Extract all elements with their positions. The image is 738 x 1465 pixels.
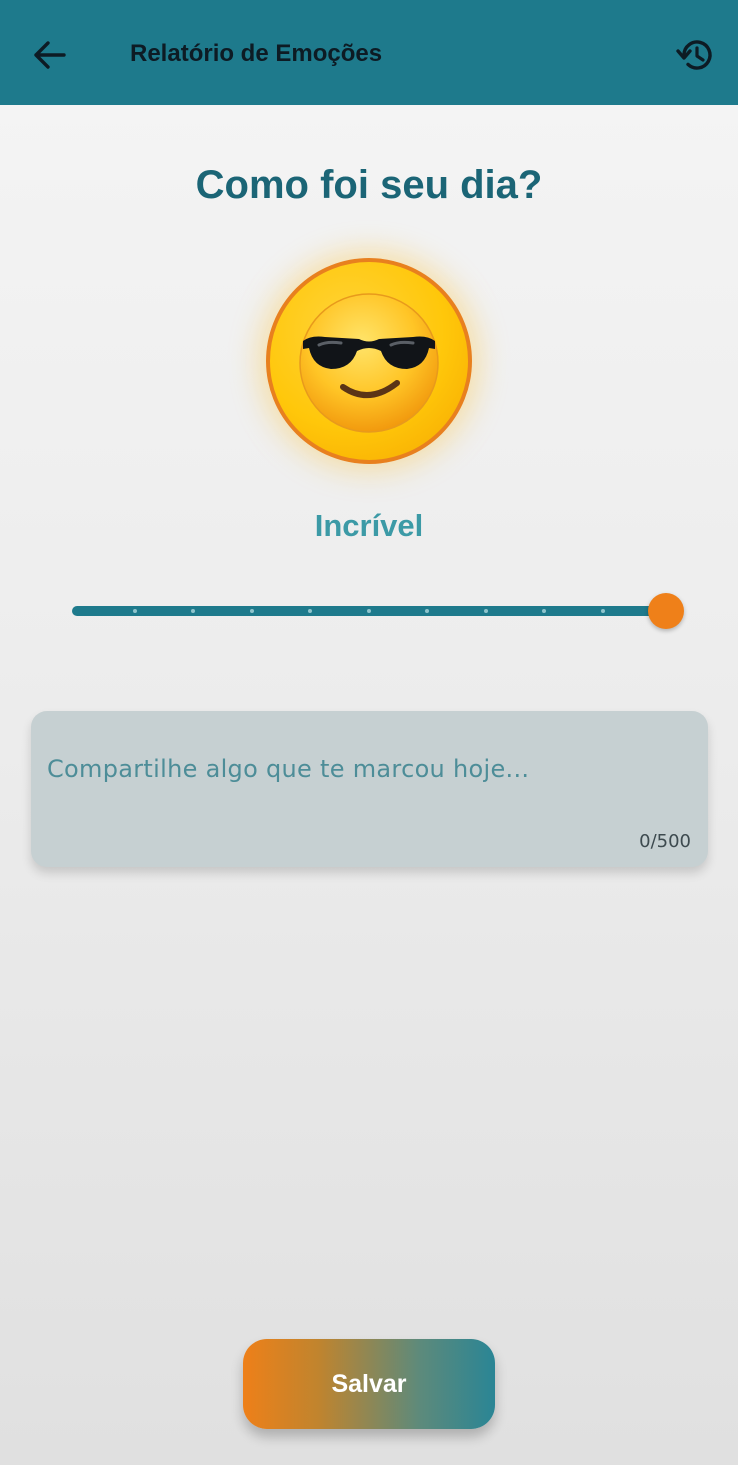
slider-tick xyxy=(601,609,605,613)
slider-tick xyxy=(191,609,195,613)
slider-track xyxy=(72,606,670,616)
arrow-left-icon xyxy=(34,41,66,69)
slider-thumb[interactable] xyxy=(648,593,684,629)
save-button[interactable]: Salvar xyxy=(243,1339,495,1429)
mood-slider[interactable] xyxy=(70,590,686,632)
history-button[interactable] xyxy=(670,32,720,78)
slider-tick xyxy=(250,609,254,613)
slider-tick xyxy=(542,609,546,613)
character-counter: 0/500 xyxy=(639,831,691,852)
note-input[interactable] xyxy=(47,755,687,783)
mood-emoji-circle xyxy=(266,258,472,464)
sunglasses-face-icon xyxy=(299,293,439,433)
mood-label: Incrível xyxy=(314,508,424,543)
history-icon xyxy=(676,40,712,70)
page-title: Relatório de Emoções xyxy=(130,40,383,67)
question-heading: Como foi seu dia? xyxy=(195,163,543,207)
slider-tick xyxy=(133,609,137,613)
slider-tick xyxy=(367,609,371,613)
slider-tick xyxy=(308,609,312,613)
slider-tick xyxy=(425,609,429,613)
app-bar: Relatório de Emoções xyxy=(0,0,738,105)
slider-tick xyxy=(484,609,488,613)
back-button[interactable] xyxy=(26,33,74,77)
note-card: 0/500 xyxy=(31,711,708,867)
